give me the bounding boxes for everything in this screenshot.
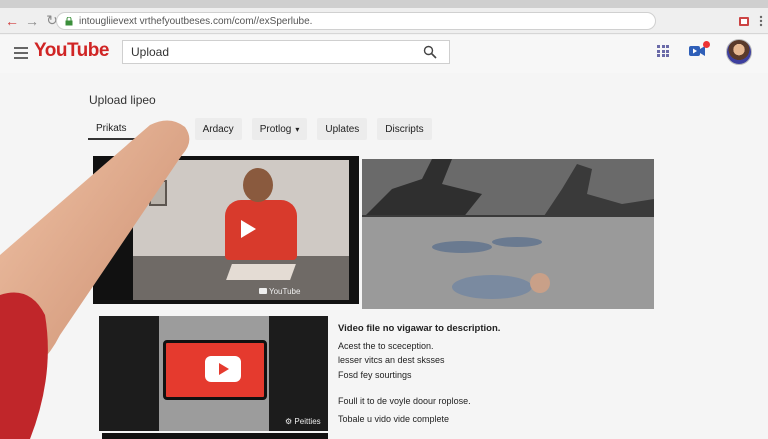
- search-icon[interactable]: [423, 45, 437, 59]
- description-heading: Video file no vigawar to description.: [338, 323, 501, 334]
- page-title: Upload lipeo: [89, 93, 156, 107]
- search-input-value: Upload: [131, 45, 170, 59]
- tab-discripts[interactable]: Discripts: [377, 118, 432, 140]
- trees-graphic: [362, 159, 654, 219]
- youtube-logo[interactable]: YouTube: [34, 40, 109, 62]
- thumbnail-watermark: ⚙ Peitties: [285, 417, 321, 426]
- lock-icon: [65, 16, 73, 26]
- browser-toolbar: ← → ↻ intougliievext vrthefyoutbeses.com…: [0, 8, 768, 34]
- description-line: Acest the to sceception.: [338, 341, 434, 351]
- youtube-mini-icon: [259, 288, 267, 294]
- forward-arrow-icon[interactable]: →: [22, 11, 42, 31]
- description-line: Foull it to de voyle doour roplose.: [338, 396, 471, 406]
- video-thumbnail-3[interactable]: ⚙ Peitties: [99, 316, 328, 431]
- more-menu-icon[interactable]: [754, 14, 768, 28]
- tab-hidden[interactable]: [145, 118, 185, 140]
- url-text: intougliievext vrthefyoutbeses.com/com//…: [79, 15, 313, 27]
- apps-grid-icon[interactable]: [657, 45, 669, 57]
- upload-tabs: Prikats Ardacy Protlog ▾ Uplates Discript…: [88, 118, 432, 142]
- user-avatar[interactable]: [726, 39, 752, 65]
- youtube-header: YouTube Upload: [0, 35, 768, 73]
- tab-ardacy[interactable]: Ardacy: [194, 118, 242, 140]
- description-line: Tobale u vido vide complete: [338, 414, 450, 424]
- description-line: lesser vitcs an dest sksses: [338, 355, 445, 365]
- tab-protlog-label: Protlog: [259, 123, 292, 135]
- notification-badge: [703, 41, 710, 48]
- upload-page: Upload lipeo Prikats Ardacy Protlog ▾ Upl…: [0, 73, 768, 439]
- video-thumbnail-1[interactable]: YouTube: [93, 156, 359, 304]
- address-bar[interactable]: intougliievext vrthefyoutbeses.com/com//…: [56, 12, 656, 30]
- settings-icon: ⚙: [285, 417, 293, 426]
- description-line: Fosd fey sourtings: [338, 370, 412, 380]
- youtube-play-icon[interactable]: [205, 356, 241, 382]
- thumbnail-watermark: YouTube: [259, 287, 300, 296]
- tab-prikats[interactable]: Prikats: [88, 118, 135, 140]
- video-thumbnail-2[interactable]: [362, 159, 654, 309]
- play-icon[interactable]: [241, 220, 256, 238]
- thumbnail-scene: [133, 160, 349, 300]
- tab-protlog[interactable]: Protlog ▾: [251, 118, 308, 140]
- watermark-text: Peitties: [294, 417, 321, 426]
- browser-tab-strip: [0, 0, 768, 8]
- back-arrow-icon[interactable]: ←: [2, 11, 22, 31]
- extension-icon[interactable]: [737, 14, 751, 28]
- search-input[interactable]: Upload: [122, 40, 450, 64]
- watermark-text: YouTube: [269, 287, 301, 296]
- hamburger-menu-icon[interactable]: [14, 47, 28, 59]
- figures-graphic: [432, 237, 550, 299]
- tab-uplates[interactable]: Uplates: [317, 118, 368, 140]
- video-thumbnail-4[interactable]: [102, 433, 328, 439]
- chevron-down-icon: ▾: [295, 124, 300, 134]
